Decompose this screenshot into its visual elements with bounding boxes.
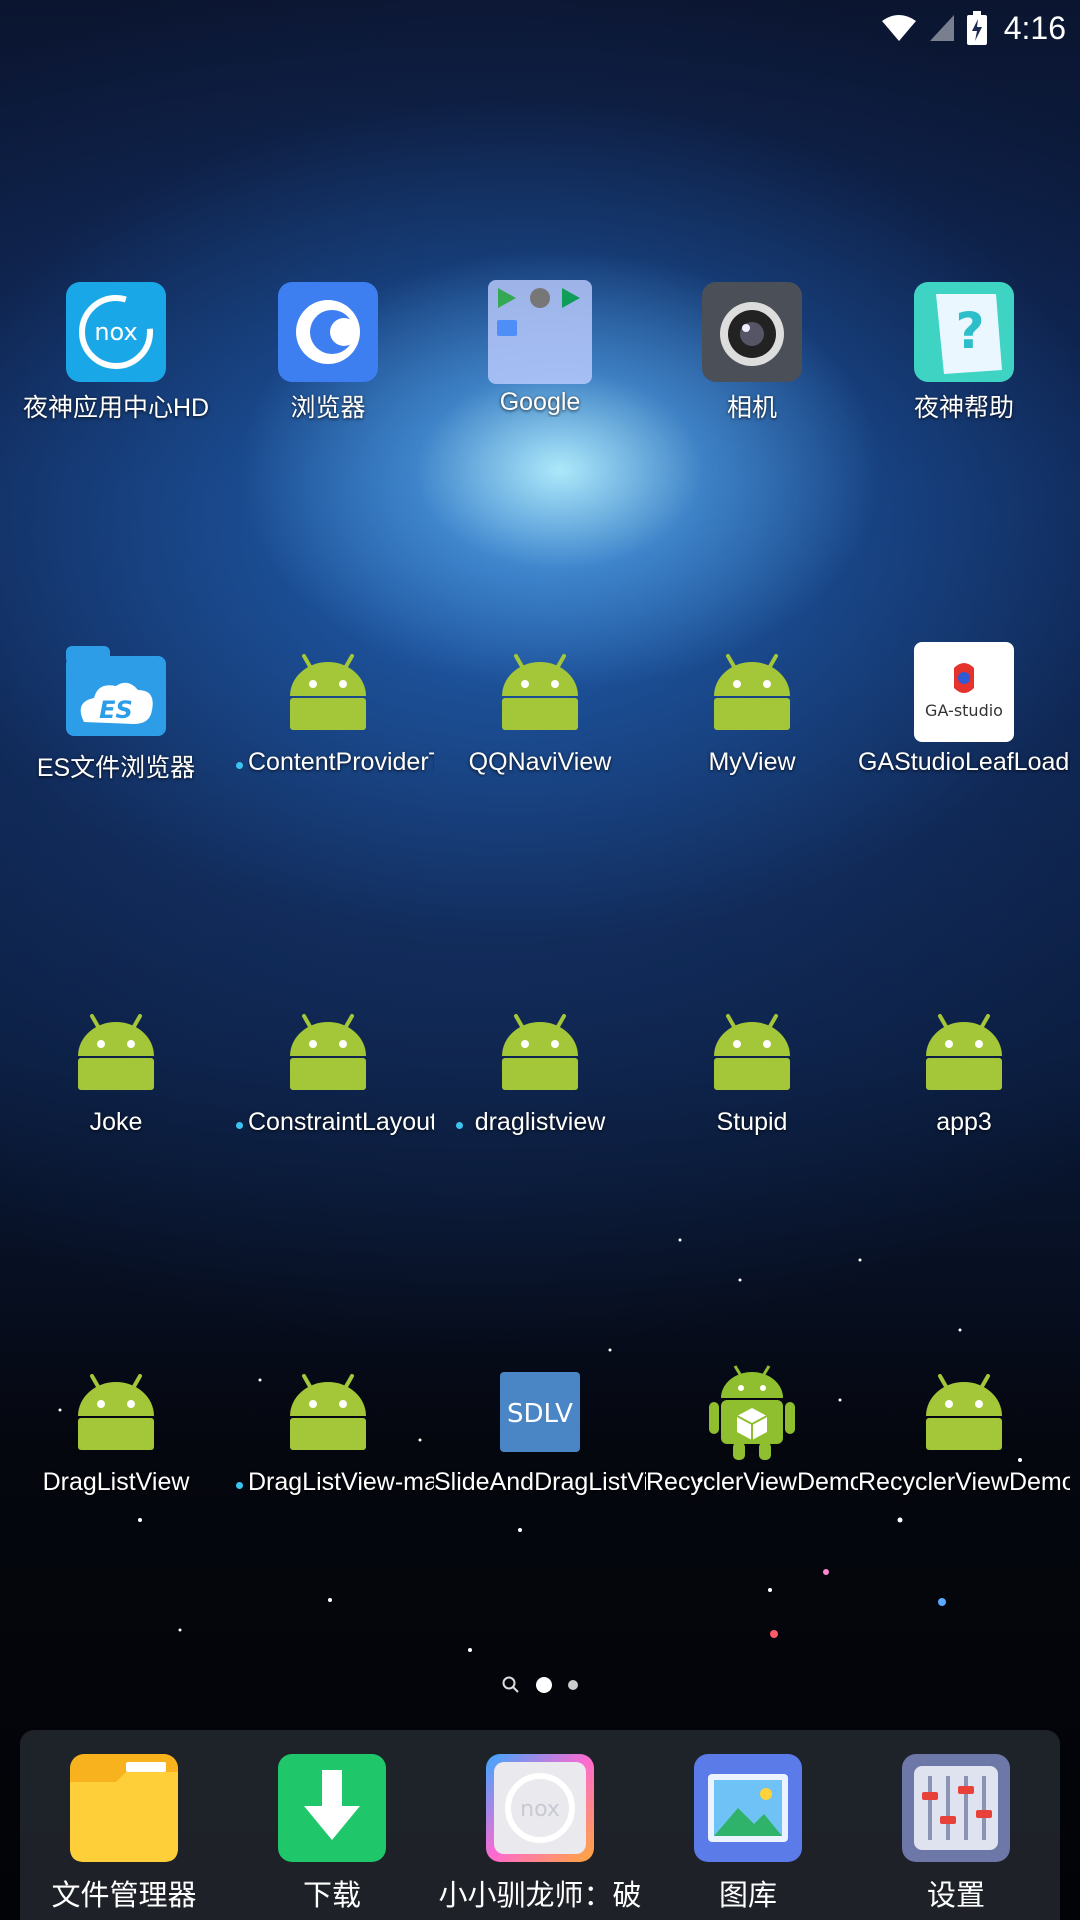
dock: 文件管理器 下载 nox 小小驯龙师：破 图库 设置 — [20, 1730, 1060, 1920]
new-app-dot — [236, 1122, 243, 1129]
cell-signal-icon — [929, 15, 954, 41]
app-label: 夜神帮助 — [913, 394, 1014, 422]
svg-text:nox: nox — [520, 1797, 560, 1822]
app-joke[interactable]: Joke — [10, 1000, 222, 1160]
app-constraintlayout[interactable]: ConstraintLayout — [222, 1000, 434, 1160]
app-app3[interactable]: app3 — [858, 1000, 1070, 1160]
app-nox-app-center[interactable]: nox 夜神应用中心HD — [10, 280, 222, 440]
battery-charging-icon — [966, 11, 987, 45]
app-label: app3 — [936, 1108, 992, 1136]
android-icon — [912, 1000, 1016, 1104]
svg-text:nox: nox — [94, 318, 137, 346]
app-qqnaviview[interactable]: QQNaviView — [434, 640, 646, 800]
app-label: MyView — [708, 748, 796, 776]
ga-studio-icon: GA-studio — [912, 640, 1016, 744]
android-icon — [276, 640, 380, 744]
app-label: Joke — [89, 1108, 143, 1136]
nox-game-icon: nox — [484, 1752, 596, 1864]
app-myview[interactable]: MyView — [646, 640, 858, 800]
svg-text:?: ? — [955, 302, 984, 360]
app-contentprovider[interactable]: ContentProviderT — [222, 640, 434, 800]
dock-settings[interactable]: 设置 — [852, 1752, 1060, 1920]
es-file-explorer-icon: ES — [64, 640, 168, 744]
app-label: ContentProviderT — [248, 748, 434, 776]
download-icon — [276, 1752, 388, 1864]
app-label: 浏览器 — [290, 394, 366, 422]
app-label: GAStudioLeafLoadi — [858, 748, 1070, 776]
app-camera[interactable]: 相机 — [646, 280, 858, 440]
page-dot-active[interactable] — [536, 1677, 552, 1693]
android-icon — [700, 1000, 804, 1104]
app-label: draglistview — [474, 1108, 606, 1136]
app-label: QQNaviView — [468, 748, 612, 776]
app-nox-help[interactable]: ? 夜神帮助 — [858, 280, 1070, 440]
app-label: ConstraintLayout — [248, 1108, 434, 1136]
folder-icon — [68, 1752, 180, 1864]
app-stupid[interactable]: Stupid — [646, 1000, 858, 1160]
android-icon — [700, 640, 804, 744]
camera-icon — [700, 280, 804, 384]
nox-app-center-icon: nox — [64, 280, 168, 384]
app-label: 相机 — [726, 394, 777, 422]
app-label: Stupid — [716, 1108, 788, 1136]
browser-icon — [276, 280, 380, 384]
android-icon — [276, 1000, 380, 1104]
svg-text:ES: ES — [99, 696, 133, 724]
app-es-file-explorer[interactable]: ES ES文件浏览器 — [10, 640, 222, 800]
dock-label: 设置 — [926, 1880, 985, 1912]
wallpaper-stars — [58, 1238, 1022, 1652]
wifi-icon — [881, 15, 916, 41]
page-dot[interactable] — [568, 1680, 578, 1690]
google-folder-icon — [488, 280, 592, 384]
dock-nox-game[interactable]: nox 小小驯龙师：破 — [436, 1752, 644, 1920]
app-label: Google — [499, 388, 581, 416]
dock-label: 文件管理器 — [51, 1880, 197, 1912]
app-browser[interactable]: 浏览器 — [222, 280, 434, 440]
search-icon[interactable] — [502, 1676, 520, 1694]
dock-label: 下载 — [302, 1880, 361, 1912]
status-icons: 4:16 — [880, 6, 1066, 50]
new-app-dot — [236, 762, 243, 769]
svg-text:GA-studio: GA-studio — [925, 701, 1003, 720]
app-gastudio[interactable]: GA-studio GAStudioLeafLoadi — [858, 640, 1070, 800]
nox-help-icon: ? — [912, 280, 1016, 384]
status-bar: 4:16 — [0, 0, 1080, 54]
dock-label: 小小驯龙师：破 — [438, 1880, 642, 1912]
dock-download[interactable]: 下载 — [228, 1752, 436, 1920]
android-icon — [64, 1000, 168, 1104]
app-label: ES文件浏览器 — [36, 754, 196, 782]
android-icon — [488, 1000, 592, 1104]
status-clock: 4:16 — [1003, 9, 1066, 46]
dock-gallery[interactable]: 图库 — [644, 1752, 852, 1920]
settings-icon — [900, 1752, 1012, 1864]
app-google-folder[interactable]: Google — [434, 280, 646, 440]
app-label: 夜神应用中心HD — [22, 394, 210, 422]
dock-label: 图库 — [718, 1880, 777, 1912]
android-icon — [488, 640, 592, 744]
gallery-icon — [692, 1752, 804, 1864]
app-draglistview-lower[interactable]: draglistview — [434, 1000, 646, 1160]
page-indicator[interactable] — [0, 1676, 1080, 1694]
dock-file-manager[interactable]: 文件管理器 — [20, 1752, 228, 1920]
